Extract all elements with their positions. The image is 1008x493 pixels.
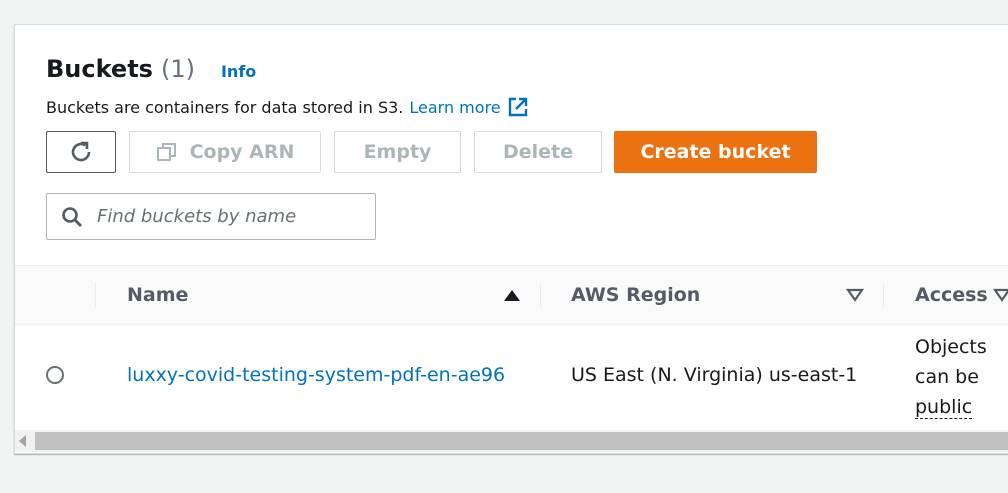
table-row[interactable]: luxxy-covid-testing-system-pdf-en-ae96 U…: [15, 324, 1008, 430]
column-header-region-label: AWS Region: [571, 284, 701, 306]
scroll-left-arrow-icon[interactable]: [19, 435, 26, 447]
column-header-name[interactable]: Name: [127, 266, 188, 324]
access-line: Objects: [915, 336, 987, 358]
row-select-radio[interactable]: [46, 366, 64, 384]
create-bucket-button[interactable]: Create bucket: [614, 131, 817, 173]
empty-label: Empty: [363, 141, 432, 163]
delete-label: Delete: [502, 141, 574, 163]
column-divider: [540, 282, 541, 308]
sort-ascending-icon[interactable]: [503, 288, 521, 302]
search-input[interactable]: [95, 205, 359, 228]
panel-description: Buckets are containers for data stored i…: [46, 96, 529, 118]
column-header-region[interactable]: AWS Region: [571, 266, 700, 324]
column-header-access-label: Access: [915, 284, 988, 306]
horizontal-scrollbar[interactable]: [15, 430, 1008, 452]
access-line: can be: [915, 366, 979, 388]
column-divider: [883, 282, 884, 308]
copy-icon: [156, 143, 176, 161]
bucket-access: Objects can be public: [915, 332, 1008, 422]
bucket-count: (1): [160, 55, 195, 83]
refresh-button[interactable]: [46, 131, 116, 173]
copy-arn-button[interactable]: Copy ARN: [129, 131, 321, 173]
panel-header: Buckets (1) Info: [46, 55, 256, 83]
column-header-access[interactable]: Access: [915, 266, 988, 324]
refresh-icon: [71, 141, 91, 162]
page-title: Buckets: [46, 55, 153, 83]
buckets-panel: Buckets (1) Info Buckets are containers …: [14, 24, 1008, 454]
create-bucket-label: Create bucket: [640, 141, 791, 163]
bucket-region: US East (N. Virginia) us-east-1: [571, 364, 858, 386]
column-divider: [95, 282, 96, 308]
search-icon: [62, 206, 82, 227]
bucket-name-link[interactable]: luxxy-covid-testing-system-pdf-en-ae96: [127, 364, 505, 386]
column-header-name-label: Name: [127, 284, 189, 306]
scrollbar-thumb[interactable]: [35, 432, 1008, 450]
search-box[interactable]: [46, 193, 376, 240]
delete-button[interactable]: Delete: [474, 131, 602, 173]
learn-more-link[interactable]: Learn more: [409, 98, 500, 117]
sort-descending-icon[interactable]: [993, 288, 1008, 302]
external-link-icon[interactable]: [507, 96, 529, 118]
sort-descending-icon[interactable]: [846, 288, 864, 302]
table-header: Name AWS Region Access: [15, 265, 1008, 325]
access-line: public: [915, 396, 973, 419]
copy-arn-label: Copy ARN: [189, 141, 295, 163]
empty-button[interactable]: Empty: [334, 131, 461, 173]
info-link[interactable]: Info: [221, 62, 256, 81]
description-text: Buckets are containers for data stored i…: [46, 97, 404, 117]
